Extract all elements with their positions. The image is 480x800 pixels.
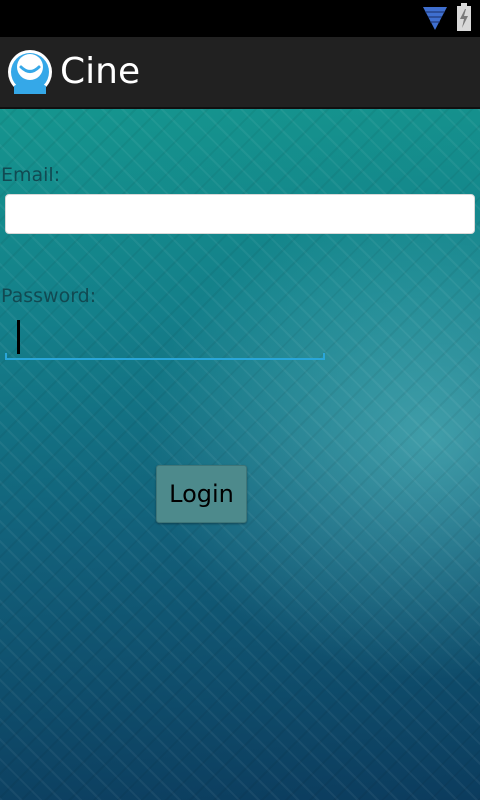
status-bar <box>0 0 480 37</box>
action-bar: Cine <box>0 37 480 109</box>
smiley-person-icon <box>8 50 52 94</box>
login-content: Email: Password: Login <box>0 109 480 800</box>
password-field-underline-left <box>5 353 7 360</box>
password-field-underline-right <box>323 353 325 360</box>
password-field-underline <box>5 358 325 360</box>
email-label: Email: <box>1 164 61 186</box>
screen: Cine Email: Password: Login <box>0 0 480 800</box>
password-label: Password: <box>1 285 97 307</box>
app-title: Cine <box>60 51 141 92</box>
text-cursor <box>17 320 20 354</box>
wifi-icon <box>423 7 447 30</box>
email-field[interactable] <box>5 194 475 234</box>
password-field[interactable] <box>5 314 325 360</box>
login-button[interactable]: Login <box>156 465 247 523</box>
battery-charging-icon <box>457 3 471 31</box>
